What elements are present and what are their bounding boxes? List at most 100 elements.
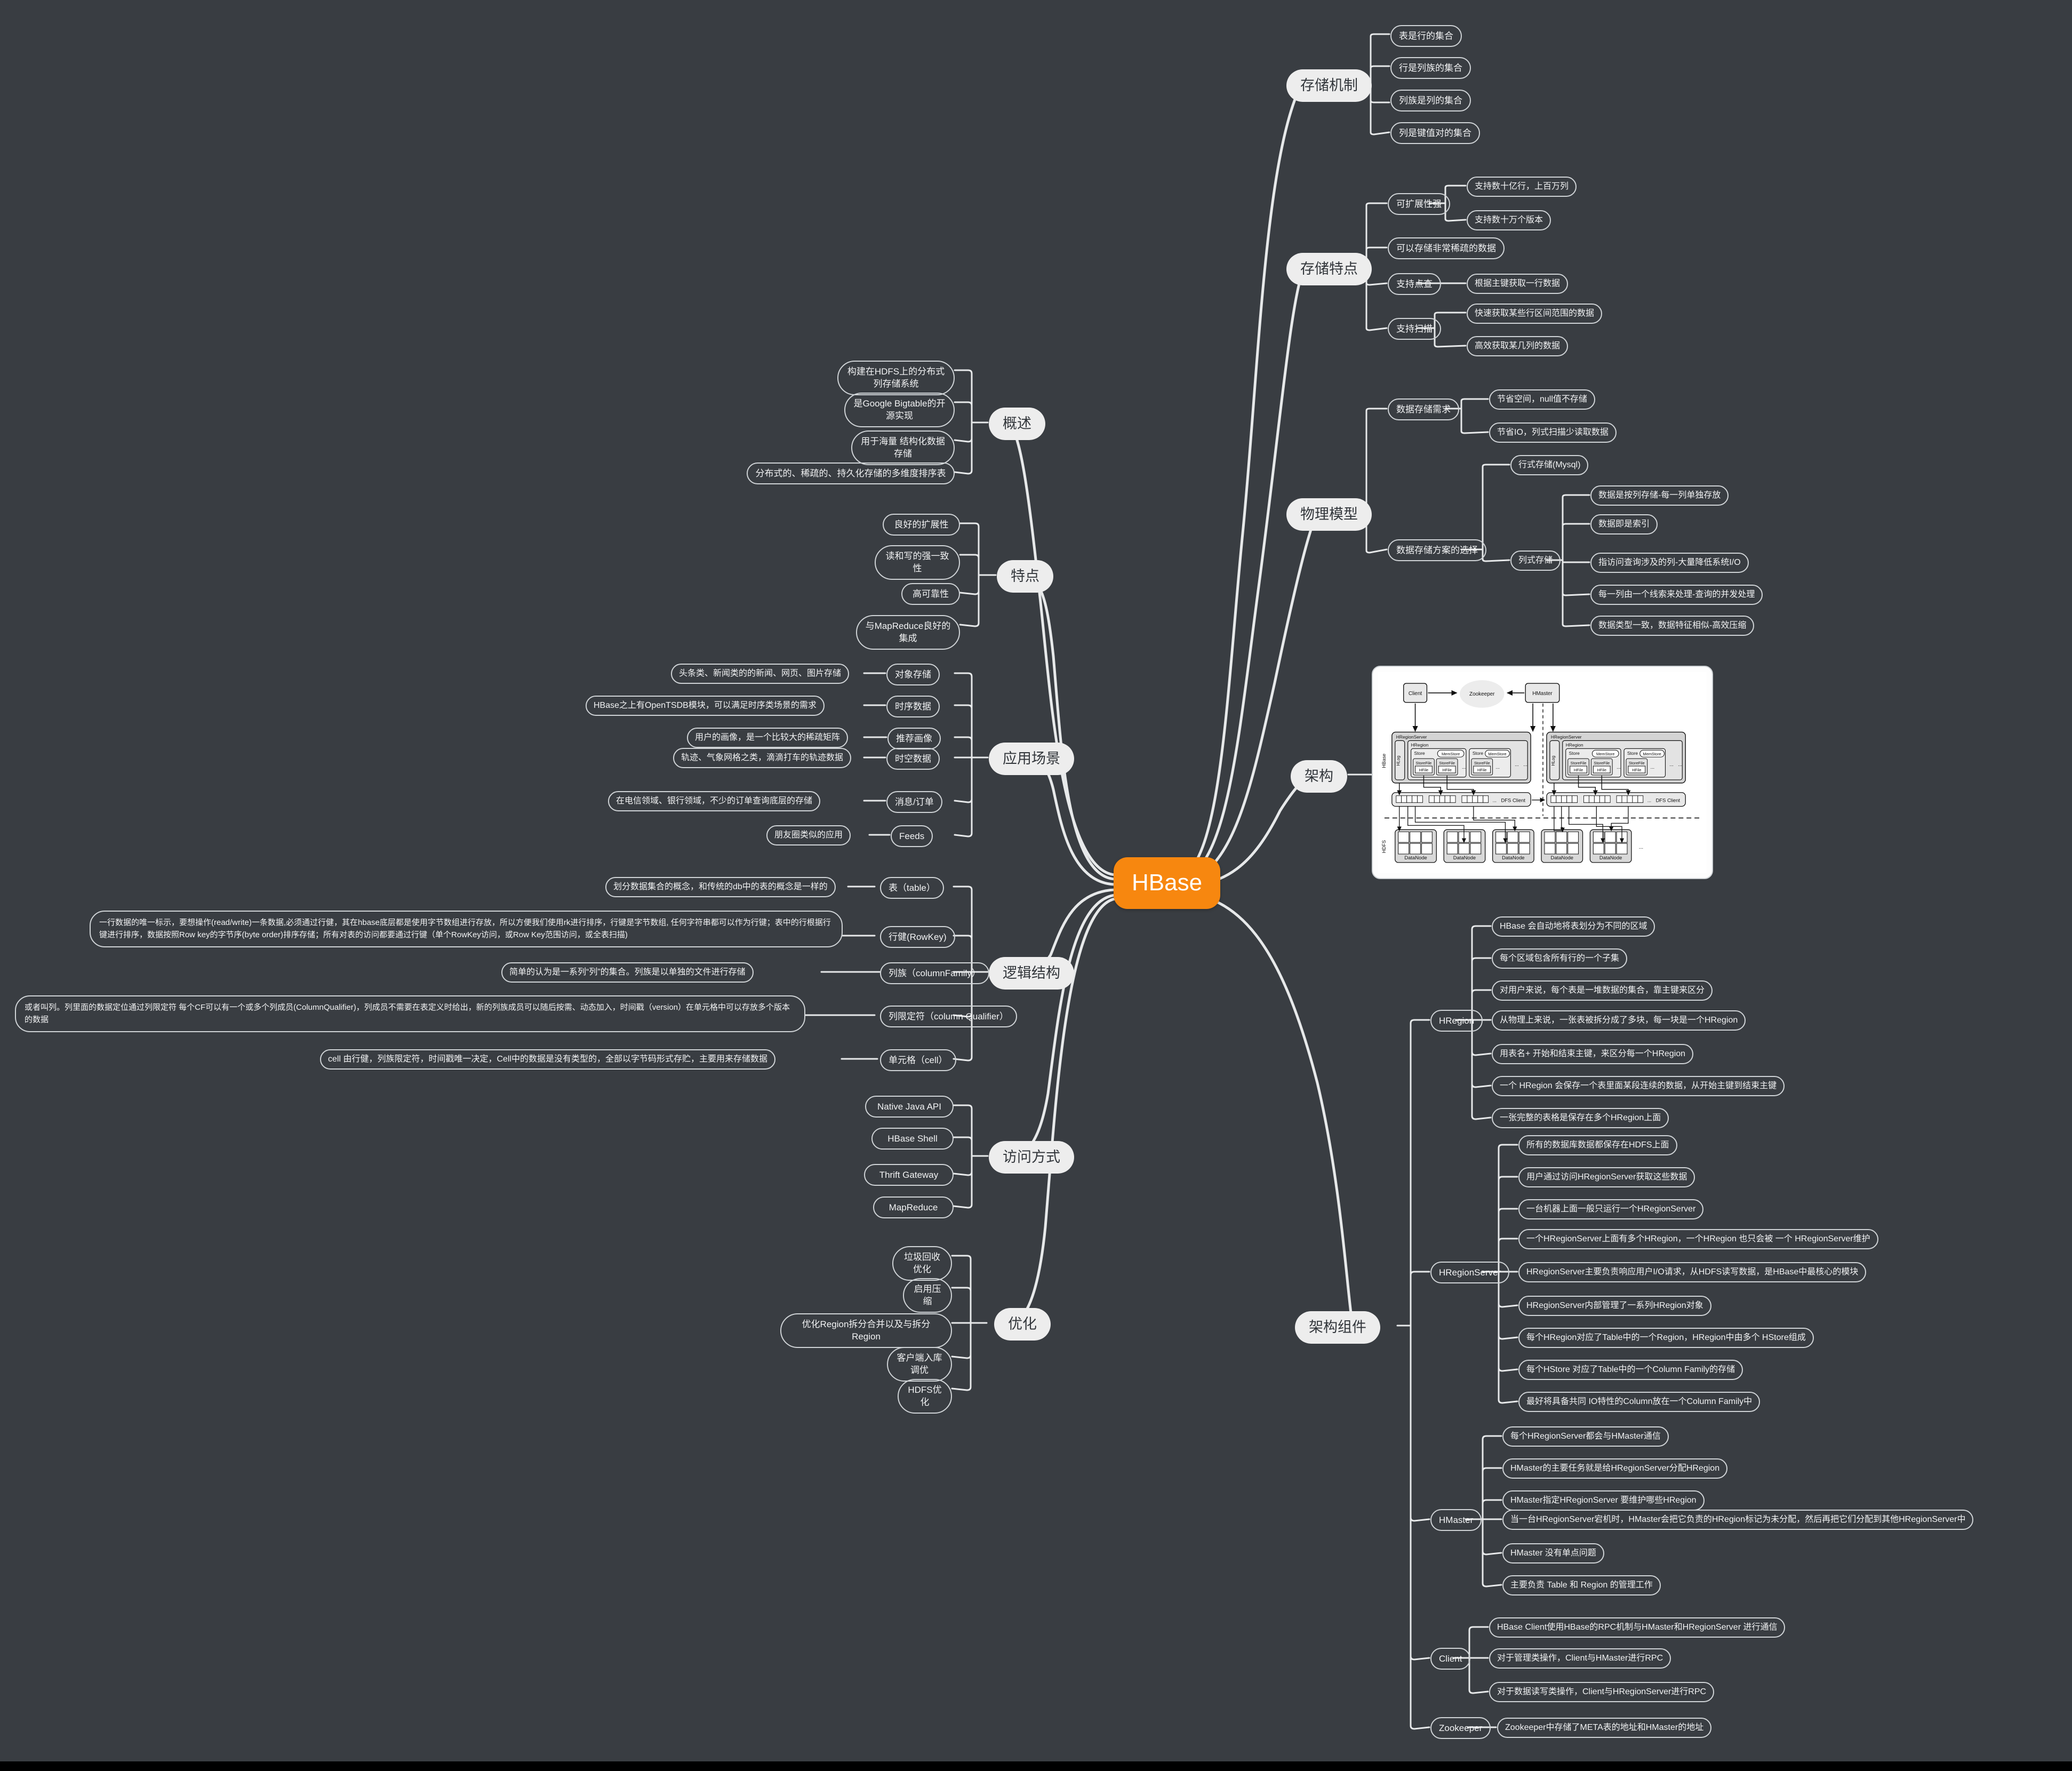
node-access-1[interactable]: HBase Shell: [871, 1128, 954, 1150]
node-hregion-4[interactable]: 用表名+ 开始和结束主键，来区分每一个HRegion: [1492, 1044, 1694, 1065]
node-physical-model-0-1[interactable]: 节省IO，列式扫描少读取数据: [1489, 422, 1617, 443]
node-optimization-2[interactable]: 优化Region拆分合并以及与拆分Region: [780, 1313, 952, 1348]
node-features-1[interactable]: 读和写的强一致性: [875, 545, 960, 580]
node-hregionserver[interactable]: HRegionServer: [1430, 1262, 1510, 1284]
node-hmaster[interactable]: HMaster: [1430, 1509, 1482, 1531]
node-hregionserver-5[interactable]: HRegionServer内部管理了一系列HRegion对象: [1518, 1296, 1711, 1317]
node-hmaster-1[interactable]: HMaster的主要任务就是给HRegionServer分配HRegion: [1502, 1458, 1728, 1479]
node-use-case-3[interactable]: 时空数据: [886, 748, 940, 770]
branch-use-cases[interactable]: 应用场景: [989, 743, 1074, 776]
branch-storage-features[interactable]: 存储特点: [1286, 253, 1372, 286]
node-zookeeper-0[interactable]: Zookeeper中存储了META表的地址和HMaster的地址: [1497, 1718, 1712, 1738]
node-storage-mechanism-2[interactable]: 列族是列的集合: [1390, 90, 1471, 112]
node-overview-1[interactable]: 是Google Bigtable的开源实现: [844, 393, 955, 427]
node-features-2[interactable]: 高可靠性: [901, 583, 960, 605]
node-hregionserver-1[interactable]: 用户通过访问HRegionServer获取这些数据: [1518, 1167, 1695, 1188]
node-hregion-5[interactable]: 一个 HRegion 会保存一个表里面某段连续的数据，从开始主键到结束主键: [1492, 1076, 1785, 1097]
branch-overview[interactable]: 概述: [989, 408, 1045, 441]
node-client-1[interactable]: 对于管理类操作，Client与HMaster进行RPC: [1489, 1648, 1671, 1669]
node-optimization-4[interactable]: HDFS优化: [898, 1379, 952, 1414]
branch-architecture[interactable]: 架构: [1291, 760, 1347, 793]
node-physical-model-0-0[interactable]: 节省空间，null值不存储: [1489, 389, 1595, 410]
node-storage-features-0-1[interactable]: 支持数十万个版本: [1467, 210, 1551, 231]
node-features-3[interactable]: 与MapReduce良好的集成: [856, 615, 960, 650]
mindmap-canvas[interactable]: HBase 存储机制 表是行的集合 行是列族的集合 列族是列的集合 列是键值对的…: [0, 0, 2072, 1761]
node-physical-model-1-1[interactable]: 列式存储: [1510, 551, 1561, 571]
node-use-case-2[interactable]: 推荐画像: [887, 728, 941, 750]
node-use-case-2-detail[interactable]: 用户的画像，是一个比较大的稀疏矩阵: [687, 728, 849, 748]
node-logical-1[interactable]: 行健(RowKey): [880, 926, 955, 948]
node-overview-2[interactable]: 用于海量 结构化数据存储: [851, 430, 955, 465]
node-columnar-4[interactable]: 数据类型一致，数据特征相似-高效压缩: [1590, 616, 1755, 636]
node-logical-4-detail[interactable]: cell 由行健，列族限定符，时间戳唯一决定，Cell中的数据是没有类型的，全部…: [320, 1049, 776, 1070]
root-node-hbase[interactable]: HBase: [1114, 857, 1221, 909]
node-hregionserver-7[interactable]: 每个HStore 对应了Table中的一个Column Family的存储: [1518, 1360, 1743, 1381]
node-hmaster-5[interactable]: 主要负责 Table 和 Region 的管理工作: [1502, 1575, 1661, 1596]
branch-optimization[interactable]: 优化: [994, 1308, 1051, 1341]
node-storage-features-3-0[interactable]: 快速获取某些行区间范围的数据: [1467, 304, 1603, 324]
node-logical-2-detail[interactable]: 简单的认为是一系列“列”的集合。列族是以单独的文件进行存储: [501, 962, 754, 983]
node-use-case-1[interactable]: 时序数据: [886, 696, 940, 718]
node-overview-0[interactable]: 构建在HDFS上的分布式列存储系统: [837, 361, 955, 395]
branch-physical-model[interactable]: 物理模型: [1286, 498, 1372, 531]
node-hregion-3[interactable]: 从物理上来说，一张表被拆分成了多块，每一块是一个HRegion: [1492, 1010, 1746, 1031]
node-logical-3[interactable]: 列限定符（column Qualifier）: [880, 1006, 1017, 1028]
node-optimization-1[interactable]: 启用压缩: [903, 1278, 952, 1313]
node-use-case-5[interactable]: Feeds: [891, 825, 933, 848]
node-client[interactable]: Client: [1430, 1648, 1471, 1670]
node-storage-features-2[interactable]: 支持点查: [1388, 273, 1441, 296]
node-logical-0-detail[interactable]: 划分数据集合的概念，和传统的db中的表的概念是一样的: [605, 877, 836, 898]
node-access-3[interactable]: MapReduce: [873, 1196, 954, 1219]
node-storage-features-3[interactable]: 支持扫描: [1388, 318, 1441, 340]
node-storage-mechanism-3[interactable]: 列是键值对的集合: [1390, 122, 1480, 145]
node-physical-model-1-0[interactable]: 行式存储(Mysql): [1510, 455, 1589, 476]
node-use-case-5-detail[interactable]: 朋友圈类似的应用: [766, 825, 851, 846]
node-hregionserver-3[interactable]: 一个HRegionServer上面有多个HRegion，一个HRegion 也只…: [1518, 1229, 1878, 1250]
node-access-2[interactable]: Thrift Gateway: [864, 1164, 954, 1186]
node-features-0[interactable]: 良好的扩展性: [883, 514, 960, 536]
node-physical-model-1[interactable]: 数据存储方案的选择: [1388, 539, 1486, 562]
node-columnar-1[interactable]: 数据即是索引: [1590, 514, 1658, 535]
node-columnar-0[interactable]: 数据是按列存储-每一列单独存放: [1590, 485, 1729, 506]
node-hregion-1[interactable]: 每个区域包含所有行的一个子集: [1492, 948, 1628, 969]
node-logical-3-detail[interactable]: 或者叫列。列里面的数据定位通过列限定符 每个CF可以有一个或多个列成员(Colu…: [15, 995, 805, 1032]
node-logical-0[interactable]: 表（table）: [880, 877, 944, 899]
node-logical-1-detail[interactable]: 一行数据的唯一标示，要想操作(read/write)一条数据,必须通过行健，其在…: [90, 911, 843, 947]
node-storage-features-2-0[interactable]: 根据主键获取一行数据: [1467, 274, 1569, 294]
node-hregion-6[interactable]: 一张完整的表格是保存在多个HRegion上面: [1492, 1108, 1669, 1129]
node-use-case-1-detail[interactable]: HBase之上有OpenTSDB模块，可以满足时序类场景的需求: [586, 696, 825, 716]
node-logical-2[interactable]: 列族（columnFamily）: [880, 962, 989, 985]
node-physical-model-0[interactable]: 数据存储需求: [1388, 398, 1459, 421]
node-storage-features-0-0[interactable]: 支持数十亿行，上百万列: [1467, 177, 1577, 197]
node-hregion-0[interactable]: HBase 会自动地将表划分为不同的区域: [1492, 916, 1655, 937]
node-storage-features-1[interactable]: 可以存储非常稀疏的数据: [1388, 237, 1505, 260]
node-client-2[interactable]: 对于数据读写类操作，Client与HRegionServer进行RPC: [1489, 1682, 1715, 1703]
node-hregionserver-6[interactable]: 每个HRegion对应了Table中的一个Region，HRegion中由多个 …: [1518, 1328, 1814, 1349]
node-storage-features-0[interactable]: 可扩展性强: [1388, 193, 1450, 216]
node-hmaster-2[interactable]: HMaster指定HRegionServer 要维护哪些HRegion: [1502, 1490, 1705, 1511]
node-hregionserver-2[interactable]: 一台机器上面一般只运行一个HRegionServer: [1518, 1199, 1704, 1220]
node-use-case-3-detail[interactable]: 轨迹、气象网格之类，滴滴打车的轨迹数据: [673, 748, 852, 769]
node-use-case-0[interactable]: 对象存储: [886, 664, 940, 686]
node-columnar-2[interactable]: 指访问查询涉及的列-大量降低系统I/O: [1590, 553, 1749, 573]
node-use-case-0-detail[interactable]: 头条类、新闻类的的新闻、网页、图片存储: [671, 664, 850, 684]
node-logical-4[interactable]: 单元格（cell）: [880, 1049, 956, 1072]
node-zookeeper[interactable]: Zookeeper: [1430, 1717, 1491, 1740]
node-hregionserver-4[interactable]: HRegionServer主要负责响应用户I/O请求，从HDFS读写数据，是HB…: [1518, 1262, 1867, 1283]
branch-architecture-components[interactable]: 架构组件: [1295, 1311, 1380, 1344]
branch-logical-structure[interactable]: 逻辑结构: [989, 957, 1074, 990]
node-optimization-0[interactable]: 垃圾回收优化: [892, 1246, 952, 1281]
branch-storage-mechanism[interactable]: 存储机制: [1286, 69, 1372, 102]
node-hregionserver-8[interactable]: 最好将具备共同 IO特性的Column放在一个Column Family中: [1518, 1392, 1761, 1413]
node-columnar-3[interactable]: 每一列由一个线索来处理-查询的并发处理: [1590, 585, 1763, 605]
node-hmaster-0[interactable]: 每个HRegionServer都会与HMaster通信: [1502, 1426, 1669, 1447]
node-storage-mechanism-0[interactable]: 表是行的集合: [1390, 25, 1462, 47]
node-hregion-2[interactable]: 对用户来说，每个表是一堆数据的集合，靠主键来区分: [1492, 980, 1713, 1001]
node-use-case-4-detail[interactable]: 在电信领域、银行领域，不少的订单查询底层的存储: [608, 791, 821, 812]
branch-access-methods[interactable]: 访问方式: [989, 1141, 1074, 1174]
node-access-0[interactable]: Native Java API: [865, 1096, 954, 1118]
branch-features[interactable]: 特点: [997, 560, 1053, 593]
node-hregionserver-0[interactable]: 所有的数据库数据都保存在HDFS上面: [1518, 1135, 1677, 1156]
node-storage-features-3-1[interactable]: 高效获取某几列的数据: [1467, 336, 1569, 357]
node-client-0[interactable]: HBase Client使用HBase的RPC机制与HMaster和HRegio…: [1489, 1617, 1786, 1638]
